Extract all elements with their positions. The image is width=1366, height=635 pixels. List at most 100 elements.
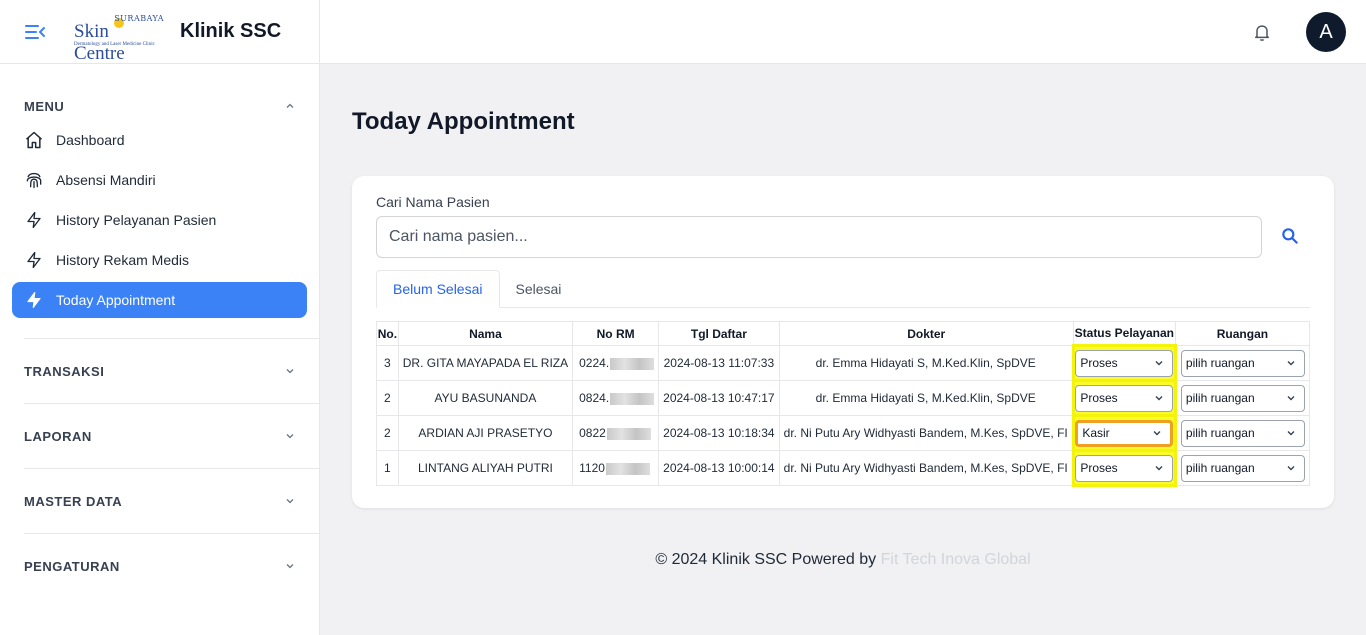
rm-prefix: 0824. — [579, 391, 610, 405]
home-icon — [24, 130, 44, 150]
ruangan-value: pilih ruangan — [1185, 356, 1255, 370]
avatar-initial: A — [1319, 20, 1333, 43]
cell-nama: DR. GITA MAYAPADA EL RIZA — [397, 345, 574, 381]
chevron-down-icon — [286, 369, 294, 374]
cell-no: 2 — [376, 415, 399, 451]
chevron-down-icon — [1287, 431, 1295, 436]
topbar: A — [320, 0, 1366, 64]
cell-dokter: dr. Ni Putu Ary Widhyasti Bandem, M.Kes,… — [778, 450, 1074, 486]
status-value: Proses — [1080, 356, 1118, 370]
tab-belum-selesai[interactable]: Belum Selesai — [376, 270, 500, 308]
bolt-icon — [24, 210, 44, 230]
sidebar-section-master-data[interactable]: MASTER DATA — [24, 468, 319, 533]
cell-dokter: dr. Ni Putu Ary Widhyasti Bandem, M.Kes,… — [778, 415, 1074, 451]
ruangan-value: pilih ruangan — [1185, 426, 1255, 440]
ruangan-select[interactable]: pilih ruangan — [1180, 384, 1305, 412]
cell-no-rm: 0824. — [572, 380, 660, 416]
avatar[interactable]: A — [1306, 12, 1346, 52]
cell-nama: ARDIAN AJI PRASETYO — [397, 415, 574, 451]
status-select[interactable]: Proses — [1075, 349, 1174, 377]
cell-nama: AYU BASUNANDA — [397, 380, 574, 416]
rm-prefix: 0224. — [579, 356, 610, 370]
cell-no-rm: 0224. — [572, 345, 660, 381]
status-select[interactable]: Proses — [1075, 384, 1174, 412]
chevron-down-icon — [286, 434, 294, 439]
ruangan-select[interactable]: pilih ruangan — [1180, 419, 1305, 447]
col-ruangan: Ruangan — [1174, 321, 1311, 346]
cell-no: 3 — [376, 345, 399, 381]
redacted-block — [610, 392, 655, 405]
cell-ruangan: pilih ruangan — [1174, 415, 1311, 451]
sidebar-section-pengaturan[interactable]: PENGATURAN — [24, 533, 319, 598]
sidebar-item-label: History Pelayanan Pasien — [56, 212, 217, 228]
chevron-down-icon — [1155, 396, 1163, 401]
cell-status: Proses — [1071, 449, 1177, 487]
redacted-block — [605, 462, 650, 475]
tab-selesai[interactable]: Selesai — [500, 270, 578, 308]
search-label: Cari Nama Pasien — [376, 194, 490, 210]
table-row: 2 ARDIAN AJI PRASETYO 0822 2024-08-13 10… — [376, 414, 1311, 452]
bolt-icon — [24, 250, 44, 270]
col-no: No. — [376, 321, 399, 346]
section-label: TRANSAKSI — [24, 363, 105, 379]
search-icon[interactable] — [1280, 226, 1302, 248]
sidebar-item-label: Dashboard — [56, 132, 125, 148]
sidebar: SURABAYA Skin Centre Dermatology and Las… — [0, 0, 320, 635]
sidebar-item-dashboard[interactable]: Dashboard — [12, 122, 307, 158]
chevron-down-icon — [1155, 466, 1163, 471]
brand-name: Klinik SSC — [180, 20, 282, 42]
clinic-logo: SURABAYA Skin Centre Dermatology and Las… — [74, 14, 164, 64]
bell-icon[interactable] — [1252, 22, 1272, 42]
status-value: Kasir — [1082, 426, 1110, 440]
sidebar-item-today-appointment[interactable]: Today Appointment — [12, 282, 307, 318]
table-row: 1 LINTANG ALIYAH PUTRI 1120 2024-08-13 1… — [376, 449, 1311, 487]
col-no-rm: No RM — [572, 321, 660, 346]
ruangan-value: pilih ruangan — [1185, 461, 1255, 475]
status-value: Proses — [1080, 461, 1118, 475]
cell-tgl-daftar: 2024-08-13 10:47:17 — [658, 380, 780, 416]
page-title: Today Appointment — [352, 108, 575, 135]
section-label: PENGATURAN — [24, 558, 120, 574]
ruangan-select[interactable]: pilih ruangan — [1180, 349, 1305, 377]
bolt-icon — [24, 290, 44, 310]
col-status-pelayanan: Status Pelayanan — [1072, 321, 1176, 346]
appointment-table: No. Nama No RM Tgl Daftar Dokter Status … — [376, 321, 1311, 487]
chevron-up-icon — [286, 103, 294, 108]
search-input[interactable] — [376, 216, 1262, 258]
cell-nama: LINTANG ALIYAH PUTRI — [397, 450, 574, 486]
cell-dokter: dr. Emma Hidayati S, M.Ked.Klin, SpDVE — [778, 380, 1074, 416]
footer: © 2024 Klinik SSC Powered by Fit Tech In… — [320, 551, 1366, 569]
collapse-menu-icon[interactable] — [24, 20, 48, 44]
status-select[interactable]: Proses — [1075, 454, 1174, 482]
table-row: 2 AYU BASUNANDA 0824. 2024-08-13 10:47:1… — [376, 379, 1311, 417]
cell-no-rm: 0822 — [572, 415, 660, 451]
menu-heading[interactable]: MENU — [0, 64, 319, 128]
footer-text: © 2024 Klinik SSC Powered by — [655, 551, 877, 568]
sidebar-section-laporan[interactable]: LAPORAN — [24, 403, 319, 468]
sidebar-item-absensi[interactable]: Absensi Mandiri — [12, 162, 307, 198]
cell-no: 1 — [376, 450, 399, 486]
section-label: LAPORAN — [24, 428, 92, 444]
cell-tgl-daftar: 2024-08-13 10:18:34 — [658, 415, 780, 451]
sidebar-section-transaksi[interactable]: TRANSAKSI — [24, 338, 319, 403]
cell-status: Kasir — [1071, 414, 1177, 452]
cell-status: Proses — [1071, 344, 1177, 382]
sidebar-item-history-pelayanan[interactable]: History Pelayanan Pasien — [12, 202, 307, 238]
table-row: 3 DR. GITA MAYAPADA EL RIZA 0224. 2024-0… — [376, 344, 1311, 382]
logo-subtitle: Dermatology and Laser Medicine Clinic — [74, 41, 155, 47]
chevron-down-icon — [1287, 466, 1295, 471]
redacted-block — [610, 357, 655, 370]
footer-link[interactable]: Fit Tech Inova Global — [881, 551, 1031, 568]
chevron-down-icon — [1287, 396, 1295, 401]
status-select[interactable]: Kasir — [1075, 419, 1174, 447]
ruangan-select[interactable]: pilih ruangan — [1180, 454, 1305, 482]
sidebar-item-history-rekam-medis[interactable]: History Rekam Medis — [12, 242, 307, 278]
redacted-block — [606, 427, 651, 440]
chevron-down-icon — [286, 564, 294, 569]
menu-heading-label: MENU — [24, 98, 65, 114]
col-tgl-daftar: Tgl Daftar — [658, 321, 780, 346]
rm-prefix: 0822 — [579, 426, 606, 440]
cell-tgl-daftar: 2024-08-13 10:00:14 — [658, 450, 780, 486]
brand-bar: SURABAYA Skin Centre Dermatology and Las… — [0, 0, 319, 64]
col-nama: Nama — [397, 321, 574, 346]
